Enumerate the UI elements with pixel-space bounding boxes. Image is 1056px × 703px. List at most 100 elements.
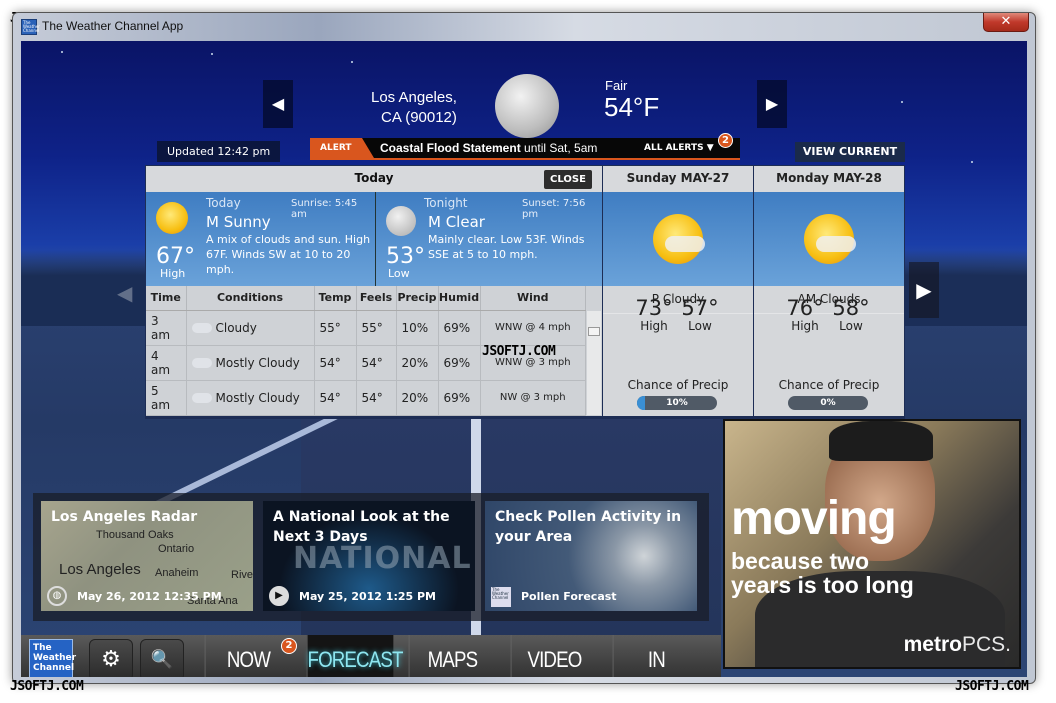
alert-bar[interactable]: ALERT Coastal Flood Statement until Sat,…	[310, 133, 740, 160]
sunset-time: Sunset: 7:56 pm	[522, 198, 586, 220]
high-label: High	[791, 319, 819, 333]
national-video-tile[interactable]: NATIONAL A National Look at the Next 3 D…	[263, 501, 475, 611]
column-header: Precip	[396, 286, 439, 311]
row-feels: 55°	[356, 310, 397, 346]
alert-detail: until Sat, 5am	[520, 141, 598, 155]
column-header: Wind	[480, 286, 586, 311]
tab-video[interactable]: VIDEO	[510, 635, 598, 677]
forecast-day-title: Sunday MAY-27	[603, 166, 753, 192]
tile-subtitle: Pollen Forecast	[521, 590, 617, 603]
row-temp: 54°	[314, 380, 357, 416]
settings-button[interactable]: ⚙	[89, 639, 133, 677]
forecast-day-title: Monday MAY-28	[754, 166, 904, 192]
period-description: A mix of clouds and sun. High 67F. Winds…	[206, 233, 371, 276]
forecast-prev-arrow[interactable]: ◀	[117, 281, 132, 305]
updated-time: Updated 12:42 pm	[157, 141, 281, 162]
all-alerts-dropdown[interactable]: ALL ALERTS ▼	[644, 143, 714, 153]
precip-value: 0%	[820, 398, 836, 408]
period-label: Tonight	[424, 196, 468, 210]
row-feels: 54°	[356, 380, 397, 416]
view-current-button[interactable]: VIEW CURRENT	[795, 142, 905, 162]
tab-maps[interactable]: MAPS	[408, 635, 496, 677]
row-precip: 20%	[396, 380, 439, 416]
forecast-high: 73°	[635, 296, 673, 320]
search-icon: 🔍	[150, 649, 174, 670]
tab-forecast[interactable]: FORECAST	[306, 635, 403, 677]
alert-text: Coastal Flood Statement until Sat, 5am	[380, 141, 597, 155]
high-temperature: 67°	[156, 244, 195, 269]
column-header: Feels	[356, 286, 397, 311]
row-conditions: Mostly Cloudy	[186, 380, 315, 416]
row-humid: 69%	[438, 310, 481, 346]
table-row: 5 am Mostly Cloudy 54° 54° 20% 69% NW @ …	[146, 380, 586, 416]
low-label: Low	[688, 319, 712, 333]
conditions-text: Mostly Cloudy	[215, 390, 300, 405]
mostly-cloudy-icon	[191, 358, 212, 368]
sunny-icon	[156, 202, 188, 234]
map-label: Rive	[231, 569, 253, 581]
hourly-scrollbar[interactable]	[587, 311, 601, 415]
now-badge: 2	[281, 638, 297, 654]
gear-icon: ⚙	[101, 647, 121, 672]
tile-timestamp: May 26, 2012 12:35 PM	[77, 590, 222, 603]
watermark: JSOFTJ.COM	[482, 344, 556, 359]
scrollbar-thumb[interactable]	[588, 327, 600, 336]
location-name: Los Angeles, CA (90012)	[371, 88, 457, 128]
precip-bar: 0%	[788, 396, 868, 410]
period-condition: M Sunny	[206, 213, 271, 231]
forecast-day-card[interactable]: Monday MAY-28 AM Clouds 76° 58° High Low…	[754, 166, 904, 416]
high-label: High	[160, 267, 186, 280]
forecast-next-arrow[interactable]: ▶	[909, 262, 939, 318]
row-conditions: Mostly Cloudy	[186, 345, 315, 381]
today-header: Today	[146, 166, 602, 192]
low-temperature: 53°	[386, 244, 425, 269]
play-icon: ▶	[269, 586, 289, 606]
forecast-high: 76°	[786, 296, 824, 320]
column-header: Temp	[314, 286, 357, 311]
moon-icon	[386, 206, 416, 236]
alert-title: Coastal Flood Statement	[380, 141, 521, 155]
map-label: Thousand Oaks	[96, 529, 174, 541]
app-content: ◀ ▶ Los Angeles, CA (90012) Fair 54°F AL…	[21, 41, 1027, 677]
title-bar[interactable]: The Weather Channel The Weather Channel …	[13, 13, 1035, 41]
bottom-nav: The Weather Channel ⚙ 🔍 NOW 2 FORECAST M…	[21, 635, 721, 677]
alert-tag: ALERT	[310, 138, 374, 158]
row-wind: NW @ 3 mph	[480, 380, 586, 416]
precip-label: Chance of Precip	[627, 378, 729, 392]
weather-channel-app-icon: The Weather Channel	[21, 19, 40, 35]
row-wind: WNW @ 4 mph	[480, 310, 586, 346]
advertisement[interactable]: moving because two years is too long metr…	[723, 419, 1021, 669]
window-title: The Weather Channel App	[42, 19, 184, 33]
map-label: Anaheim	[155, 567, 199, 579]
watermark: JSOFTJ.COM	[955, 679, 1029, 694]
map-label: Los Angeles	[59, 561, 141, 578]
close-today-button[interactable]: CLOSE	[544, 170, 592, 189]
row-feels: 54°	[356, 345, 397, 381]
pollen-tile[interactable]: Check Pollen Activity in your Area The W…	[485, 501, 697, 611]
forecast-day-card[interactable]: Sunday MAY-27 P Cloudy 73° 57° High Low …	[603, 166, 753, 416]
period-description: Mainly clear. Low 53F. Winds SSE at 5 to…	[428, 233, 585, 261]
ad-tagline-line: because two	[731, 548, 870, 574]
row-time: 3 am	[146, 310, 187, 346]
tonight-forecast: Tonight Sunset: 7:56 pm M Clear Mainly c…	[376, 192, 602, 286]
today-day-forecast: Today Sunrise: 5:45 am M Sunny A mix of …	[146, 192, 375, 286]
window-close-button[interactable]: ✕	[983, 13, 1029, 32]
column-header: Humid	[438, 286, 481, 311]
row-humid: 69%	[438, 380, 481, 416]
radar-tile[interactable]: Thousand Oaks Ontario Los Angeles Anahei…	[41, 501, 253, 611]
ad-tagline-line: years is too long	[731, 572, 914, 598]
watermark: JSOFTJ.COM	[10, 679, 84, 694]
row-precip: 10%	[396, 310, 439, 346]
tab-now[interactable]: NOW	[204, 635, 292, 677]
search-button[interactable]: 🔍	[140, 639, 184, 677]
tile-timestamp: May 25, 2012 1:25 PM	[299, 590, 436, 603]
previous-location-button[interactable]: ◀	[263, 80, 293, 128]
row-temp: 55°	[314, 310, 357, 346]
forecast-low: 57°	[681, 296, 719, 320]
tile-title: A National Look at the Next 3 Days	[273, 509, 450, 545]
tab-in-season[interactable]: IN SEASON	[612, 635, 700, 677]
tile-title: Check Pollen Activity in your Area	[495, 509, 682, 545]
weather-channel-logo[interactable]: The Weather Channel	[29, 639, 76, 677]
row-precip: 20%	[396, 345, 439, 381]
forecast-low: 58°	[832, 296, 870, 320]
